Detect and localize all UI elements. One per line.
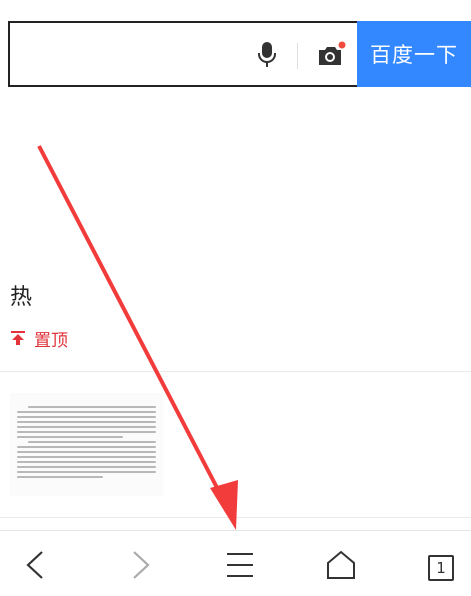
annotation-arrowhead [210,480,238,530]
feed-divider [0,371,471,372]
article-thumbnail[interactable] [10,393,163,496]
microphone-icon[interactable] [255,40,279,70]
pin-text: 置顶 [34,330,68,351]
search-button[interactable]: 百度一下 [357,21,471,87]
search-input[interactable] [18,35,252,77]
hot-section-title: 热 [10,285,33,310]
bottom-nav-bar: 1 [0,530,471,596]
back-arrow-icon[interactable] [22,549,54,581]
menu-icon[interactable] [224,549,256,581]
feed-divider-2 [0,517,471,518]
input-divider [297,43,298,69]
home-icon[interactable] [325,549,357,581]
camera-icon[interactable] [316,40,346,70]
pinned-label: 置顶 [10,327,68,351]
tabs-icon[interactable]: 1 [428,555,454,581]
annotation-arrow [37,145,238,530]
forward-arrow-icon[interactable] [124,549,156,581]
pin-top-icon [11,331,25,345]
